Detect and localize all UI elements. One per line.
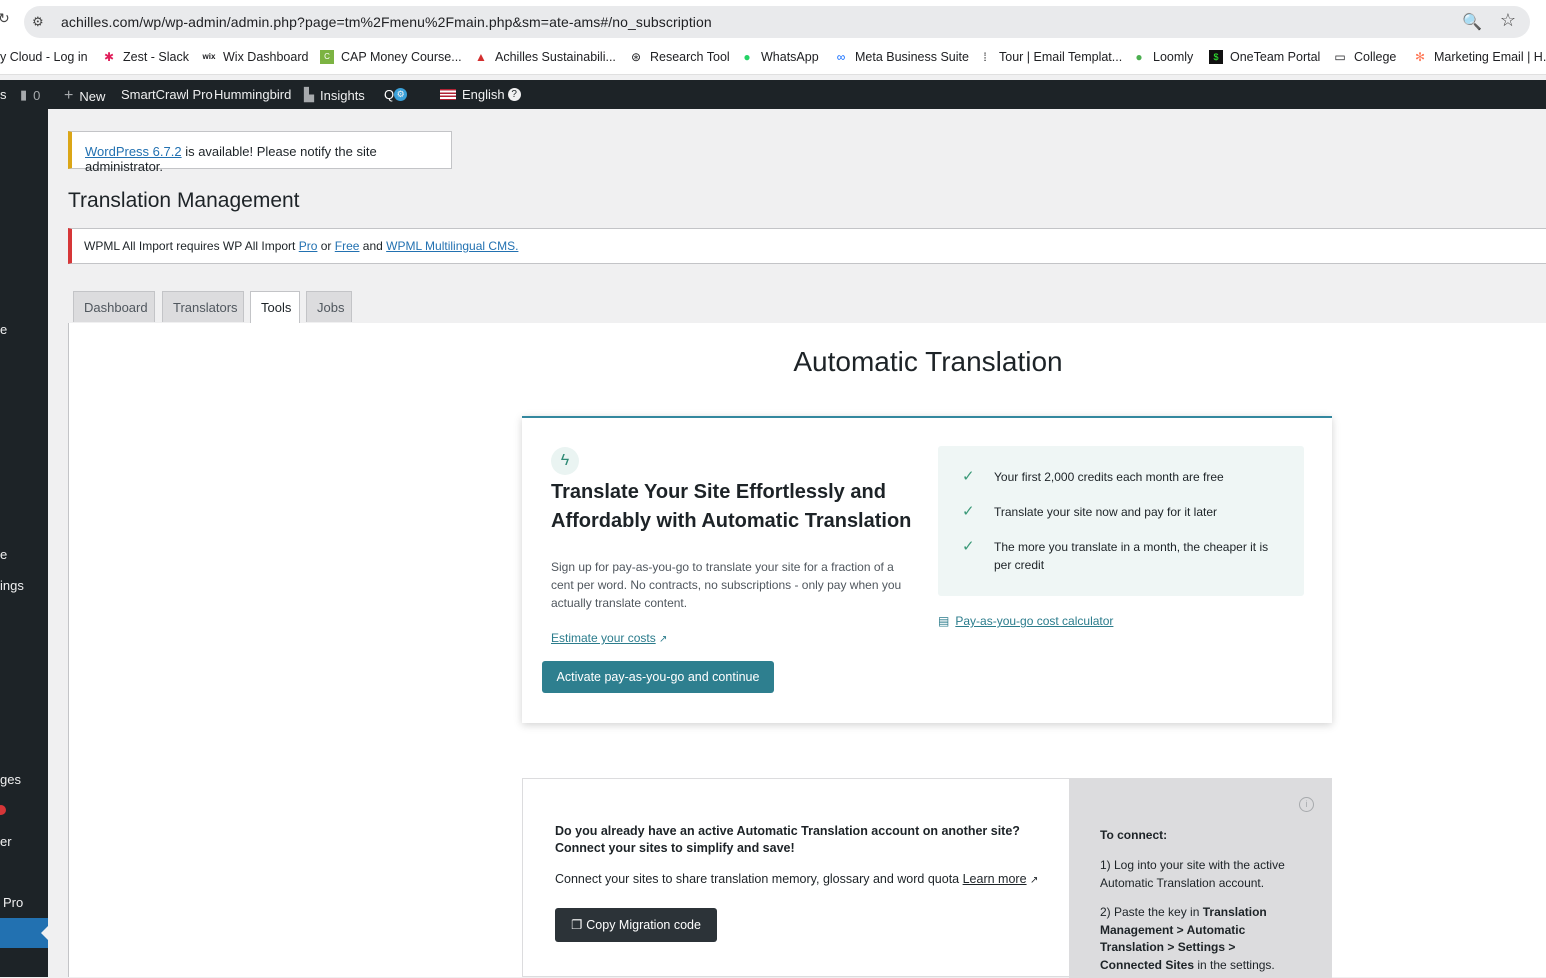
achilles-icon: ▲ [475, 50, 487, 64]
tab-translators[interactable]: Translators [162, 291, 244, 322]
wp-all-import-free-link[interactable]: Free [335, 239, 360, 253]
external-link-icon: ↗ [659, 634, 668, 645]
connect-instructions: i To connect: 1) Log into your site with… [1069, 779, 1332, 978]
slack-icon: ✱ [103, 50, 115, 64]
oneteam-icon: $ [1209, 50, 1223, 64]
adminbar-insights[interactable]: ▙ Insights [304, 87, 365, 103]
bookmarks-bar: y Cloud - Log in ✱ Zest - Slack wix Wix Da… [0, 44, 1546, 75]
cost-calculator-link[interactable]: ▤ Pay-as-you-go cost calculator [938, 614, 1113, 628]
whatsapp-icon: ● [743, 50, 751, 64]
plus-icon: + [64, 87, 74, 104]
calculator-icon: ▤ [938, 614, 950, 628]
sidebar-item-settings[interactable]: ings [0, 578, 24, 593]
wp-all-import-pro-link[interactable]: Pro [299, 239, 318, 253]
settings-badge-icon: ⚙ [394, 88, 408, 101]
benefit-item: ✓ The more you translate in a month, the … [962, 538, 1269, 572]
cap-icon: C [320, 50, 334, 64]
connect-description: Connect your sites to share translation … [555, 872, 1039, 886]
sidebar-item-user[interactable]: er [0, 834, 12, 849]
check-icon: ✓ [962, 503, 975, 520]
bookmark-cap[interactable]: C CAP Money Course... [320, 50, 462, 64]
connect-heading: Do you already have an active Automatic … [555, 824, 1020, 855]
activate-pay-as-you-go-button[interactable]: Activate pay-as-you-go and continue [542, 661, 774, 693]
bar-chart-icon: ▙ [304, 87, 314, 102]
sidebar-item-current[interactable] [0, 918, 48, 948]
adminbar-site-fragment[interactable]: s [0, 87, 7, 102]
to-connect-heading: To connect: [1100, 828, 1168, 842]
admin-sidebar: e e ings ges er Pro [0, 109, 48, 977]
check-icon: ✓ [962, 538, 975, 555]
bookmark-whatsapp[interactable]: ● WhatsApp [740, 50, 818, 64]
bookmark-star-icon[interactable]: ☆ [1500, 10, 1516, 31]
bookmark-cloud[interactable]: y Cloud - Log in [0, 50, 88, 64]
reload-icon[interactable]: ↻ [0, 10, 10, 27]
adminbar-hummingbird[interactable]: Hummingbird [214, 87, 291, 102]
bookmark-research[interactable]: ⊛ Research Tool [629, 50, 730, 64]
update-notice: WordPress 6.7.2 is available! Please not… [68, 131, 452, 174]
lightning-icon: ϟ [551, 447, 579, 475]
copy-migration-code-button[interactable]: ❐ Copy Migration code [555, 908, 717, 942]
bookmark-loomly[interactable]: ● Loomly [1132, 50, 1193, 64]
bookmark-wix[interactable]: wix Wix Dashboard [202, 50, 309, 64]
wordpress-version-link[interactable]: WordPress 6.7.2 [85, 144, 182, 159]
learn-more-link[interactable]: Learn more [963, 872, 1027, 886]
pay-as-you-go-card: ϟ Translate Your Site Effortlessly and A… [522, 416, 1332, 723]
benefit-item: ✓ Your first 2,000 credits each month are… [962, 468, 1224, 485]
tab-tools[interactable]: Tools [250, 291, 300, 323]
card-description: Sign up for pay-as-you-go to translate y… [551, 560, 902, 610]
automatic-translation-title: Automatic Translation [793, 346, 1063, 377]
sidebar-item-pages[interactable]: ges [0, 772, 21, 787]
connect-step-1: 1) Log into your site with the active Au… [1100, 858, 1285, 890]
tm-tabs: Dashboard Translators Tools Jobs [68, 291, 1546, 324]
help-icon: ? [507, 88, 521, 101]
wpml-import-notice: WPML All Import requires WP All Import P… [68, 228, 1546, 264]
benefit-item: ✓ Translate your site now and pay for it … [962, 503, 1217, 520]
check-icon: ✓ [962, 468, 975, 485]
hubspot-icon: ✻ [1414, 50, 1426, 64]
wpml-icon: Q [384, 87, 395, 102]
openai-icon: ⊛ [630, 50, 642, 64]
adminbar-comments[interactable]: ▮ 0 [20, 87, 40, 103]
bookmark-college[interactable]: ▭ College [1333, 50, 1396, 64]
estimate-costs-link[interactable]: Estimate your costs ↗ [551, 631, 667, 645]
card-heading: Translate Your Site Effortlessly and Aff… [551, 481, 912, 532]
notification-badge [0, 805, 6, 815]
info-icon[interactable]: i [1299, 797, 1314, 812]
sidebar-item-1[interactable]: e [0, 322, 7, 337]
benefits-box: ✓ Your first 2,000 credits each month are… [938, 446, 1304, 596]
adminbar-smartcrawl[interactable]: SmartCrawl Pro [121, 87, 213, 102]
bookmark-slack[interactable]: ✱ Zest - Slack [102, 50, 189, 64]
adminbar-wpml[interactable]: Q ⚙ [384, 87, 408, 102]
meta-icon: ∞ [836, 50, 846, 64]
tab-jobs[interactable]: Jobs [306, 291, 352, 322]
connect-sites-card: Do you already have an active Automatic … [522, 778, 1332, 978]
address-bar[interactable]: ⚙ achilles.com/wp/wp-admin/admin.php?pag… [24, 6, 1530, 38]
loomly-icon: ● [1135, 50, 1143, 64]
comment-icon: ▮ [20, 87, 28, 102]
url-text[interactable]: achilles.com/wp/wp-admin/admin.php?page=… [61, 14, 712, 30]
page-title: Translation Management [68, 189, 300, 212]
external-link-icon: ↗ [1030, 875, 1039, 886]
bookmark-tour[interactable]: ⁞ Tour | Email Templat... [978, 50, 1122, 64]
bookmark-meta[interactable]: ∞ Meta Business Suite [834, 50, 969, 64]
connect-step-2: 2) Paste the key in Translation Manageme… [1100, 905, 1275, 972]
us-flag-icon [440, 89, 456, 100]
copy-icon: ❐ [571, 918, 583, 932]
adminbar-language[interactable]: English? [440, 87, 521, 102]
tab-dashboard[interactable]: Dashboard [73, 291, 155, 322]
wix-icon: wix [202, 52, 216, 61]
tour-icon: ⁞ [983, 50, 987, 64]
bookmark-oneteam[interactable]: $ OneTeam Portal [1209, 50, 1320, 64]
wpml-cms-link[interactable]: WPML Multilingual CMS. [386, 239, 518, 253]
sidebar-item-pro[interactable]: Pro [3, 895, 23, 910]
bookmark-hubspot[interactable]: ✻ Marketing Email | H... [1413, 50, 1546, 64]
bookmark-achilles[interactable]: ▲ Achilles Sustainabili... [474, 50, 616, 64]
wp-admin-bar: s ▮ 0 + New SmartCrawl Pro Hummingbird ▙ In… [0, 80, 1546, 109]
folder-icon: ▭ [1334, 50, 1346, 64]
adminbar-new[interactable]: + New [64, 87, 105, 105]
zoom-icon[interactable]: 🔍 [1462, 12, 1482, 32]
site-settings-icon[interactable]: ⚙ [32, 14, 50, 30]
sidebar-item-2[interactable]: e [0, 547, 7, 562]
browser-toolbar: ↻ ⚙ achilles.com/wp/wp-admin/admin.php?p… [0, 0, 1546, 44]
